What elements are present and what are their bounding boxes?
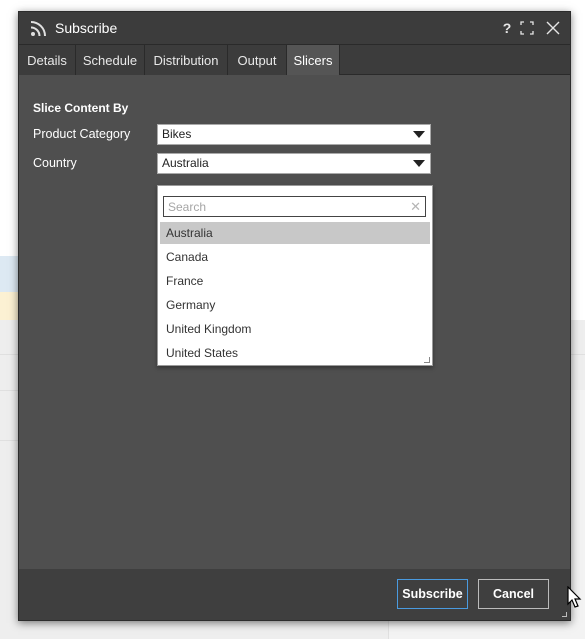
resize-grip-icon[interactable] (424, 357, 430, 363)
tab-slicers[interactable]: Slicers (287, 45, 340, 75)
tab-details[interactable]: Details (19, 45, 76, 75)
help-button[interactable]: ? (500, 19, 514, 37)
dropdown-option[interactable]: France (160, 270, 430, 292)
product-category-label: Product Category (33, 127, 131, 141)
product-category-value: Bikes (162, 127, 192, 141)
rss-icon (30, 21, 46, 37)
subscribe-button[interactable]: Subscribe (397, 579, 468, 609)
dialog-footer: Subscribe Cancel (19, 569, 570, 620)
mouse-cursor-icon (567, 586, 582, 608)
tab-schedule[interactable]: Schedule (76, 45, 145, 75)
tab-bar: Details Schedule Distribution Output Sli… (19, 44, 570, 75)
country-select[interactable]: Australia (157, 153, 431, 174)
search-box: ✕ (163, 196, 426, 217)
dropdown-option[interactable]: United States (160, 342, 430, 364)
section-title: Slice Content By (33, 101, 129, 115)
chevron-down-icon (413, 131, 425, 138)
tab-distribution[interactable]: Distribution (145, 45, 228, 75)
dropdown-option[interactable]: Canada (160, 246, 430, 268)
search-input[interactable] (164, 197, 404, 216)
dropdown-option[interactable]: Germany (160, 294, 430, 316)
dialog-title: Subscribe (55, 20, 118, 36)
cancel-button[interactable]: Cancel (478, 579, 549, 609)
slicers-panel: Slice Content By Product Category Bikes … (19, 75, 570, 569)
background-stripe-blue (0, 256, 20, 292)
tab-output[interactable]: Output (228, 45, 287, 75)
clear-search-icon[interactable]: ✕ (410, 199, 421, 214)
country-label: Country (33, 156, 77, 170)
dropdown-option[interactable]: Australia (160, 222, 430, 244)
subscribe-dialog: Subscribe ? Details Schedule Distributio… (18, 11, 571, 621)
product-category-select[interactable]: Bikes (157, 124, 431, 145)
dropdown-option[interactable]: United Kingdom (160, 318, 430, 340)
background-stripe-yellow (0, 292, 20, 320)
dialog-resize-grip-icon[interactable] (562, 612, 567, 617)
dialog-titlebar: Subscribe ? (19, 12, 570, 44)
country-value: Australia (162, 156, 209, 170)
country-dropdown: ✕ Australia Canada France Germany United… (157, 185, 433, 366)
chevron-down-icon (413, 160, 425, 167)
maximize-icon[interactable] (519, 19, 535, 37)
close-icon[interactable] (545, 19, 561, 37)
